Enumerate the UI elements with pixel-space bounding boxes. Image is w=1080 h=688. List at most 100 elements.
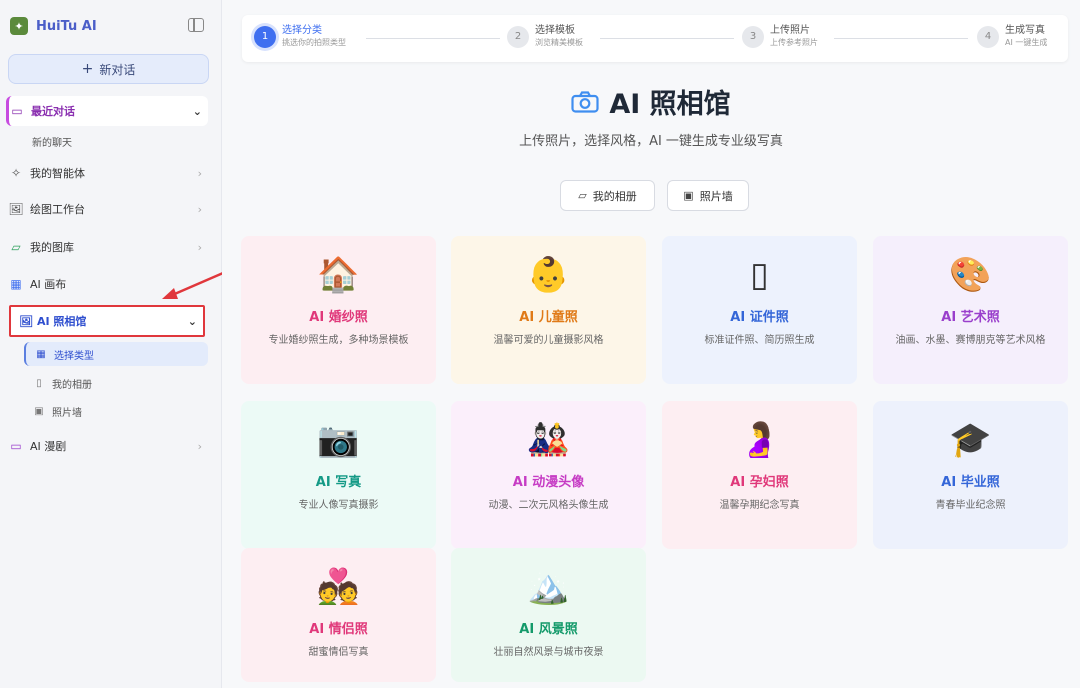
category-card[interactable]: 📷 AI 写真 专业人像写真摄影 — [241, 401, 436, 549]
main-content: 1 选择分类挑选你的拍照类型 2 选择模板 浏览精美模板 3 上传照片上传参考照片… — [222, 0, 1080, 688]
step-title: 上传照片 — [770, 25, 810, 36]
camera-icon — [571, 90, 599, 113]
category-desc: 动漫、二次元风格头像生成 — [488, 500, 609, 511]
category-title: AI 艺术照 — [941, 310, 1000, 325]
category-title: AI 孕妇照 — [730, 475, 789, 490]
sidebar-item-label: AI 漫剧 — [30, 440, 67, 453]
category-card[interactable]: 🏔️ AI 风景照壮丽自然风景与城市夜景 — [451, 548, 646, 682]
grid-icon: ▦ — [10, 277, 22, 291]
my-album-button[interactable]: ▱ 我的相册 — [560, 180, 655, 211]
category-title: AI 儿童照 — [519, 310, 578, 325]
step-2[interactable]: 2 选择模板 浏览精美模板 — [507, 25, 583, 48]
category-card[interactable]: 🎨 AI 艺术照油画、水墨、赛博朋克等艺术风格 — [873, 236, 1068, 384]
category-desc: 青春毕业纪念照 — [935, 500, 1006, 511]
category-card[interactable]: 👶 AI 儿童照温馨可爱的儿童摄影风格 — [451, 236, 646, 384]
category-card[interactable]: ▯ AI 证件照 标准证件照、简历照生成 — [662, 236, 857, 384]
category-icon: 🎨 — [949, 255, 992, 295]
sub-item-my-album[interactable]: ▯ 我的相册 — [24, 371, 208, 395]
category-desc: 甜蜜情侣写真 — [308, 647, 369, 658]
step-title: 生成写真 — [1005, 25, 1045, 36]
chevron-down-icon: ⌄ — [187, 314, 197, 328]
category-desc: 专业婚纱照生成，多种场景模板 — [268, 335, 409, 346]
step-number: 4 — [977, 25, 999, 48]
sidebar-item-label: 我的智能体 — [30, 167, 85, 180]
step-bar: 1 选择分类挑选你的拍照类型 2 选择模板 浏览精美模板 3 上传照片上传参考照片… — [242, 15, 1068, 62]
category-desc: 油画、水墨、赛博朋克等艺术风格 — [895, 335, 1046, 346]
step-connector — [366, 38, 500, 39]
step-desc: 挑选你的拍照类型 — [282, 38, 346, 47]
my-album-label: 我的相册 — [592, 189, 637, 203]
step-4[interactable]: 4 生成写真 AI 一键生成 — [977, 25, 1047, 48]
sidebar-item-recent[interactable]: ▭ 最近对话 ⌄ — [6, 96, 208, 126]
step-connector — [600, 38, 734, 39]
category-title: AI 婚纱照 — [309, 310, 368, 325]
category-card[interactable]: 🎎 AI 动漫头像 动漫、二次元风格头像生成 — [451, 401, 646, 549]
folder-icon: ▱ — [11, 240, 21, 254]
step-desc: AI 一键生成 — [1005, 38, 1048, 47]
page-title-text: AI 照相馆 — [609, 89, 731, 120]
category-icon: 🎎 — [527, 420, 570, 460]
grid-icon: ▦ — [36, 348, 46, 360]
sidebar-collapse-icon[interactable] — [188, 18, 204, 32]
chevron-down-icon: ⌄ — [192, 104, 202, 118]
category-desc: 温馨可爱的儿童摄影风格 — [493, 335, 604, 346]
sidebar-item-label: 最近对话 — [31, 105, 75, 118]
sub-item-select-type[interactable]: ▦ 选择类型 — [24, 342, 208, 366]
brand-name: HuiTu AI — [36, 18, 97, 34]
chevron-right-icon: › — [197, 202, 202, 216]
step-number: 1 — [254, 25, 276, 48]
sub-item-label: 选择类型 — [54, 350, 94, 362]
category-icon: 👶 — [527, 255, 570, 295]
category-icon: 🏠 — [317, 255, 360, 295]
sidebar-item-workspace[interactable]: 🖼 绘图工作台 › — [8, 194, 208, 224]
sidebar-item-label: 我的图库 — [30, 241, 74, 254]
category-card[interactable]: 🏠 AI 婚纱照专业婚纱照生成，多种场景模板 — [241, 236, 436, 384]
folder-icon: ▱ — [578, 189, 587, 202]
category-title: AI 毕业照 — [941, 475, 1000, 490]
recent-chat-item[interactable]: 新的聊天 — [32, 134, 72, 149]
step-3[interactable]: 3 上传照片上传参考照片 — [742, 25, 818, 48]
step-title: 选择分类 — [282, 25, 322, 36]
brand[interactable]: ✦ HuiTu AI — [10, 14, 97, 38]
sidebar-item-photo-studio[interactable]: 🖼 AI 照相馆 ⌄ — [9, 305, 205, 337]
step-number: 3 — [742, 25, 764, 48]
new-chat-label: 新对话 — [99, 62, 136, 77]
category-title: AI 情侣照 — [309, 622, 368, 637]
category-desc: 壮丽自然风景与城市夜景 — [493, 647, 604, 658]
chevron-right-icon: › — [197, 166, 202, 180]
chevron-right-icon: › — [197, 240, 202, 254]
sub-item-photo-wall[interactable]: ▣ 照片墙 — [24, 399, 208, 423]
category-desc: 温馨孕期纪念写真 — [719, 500, 800, 511]
image-icon: ▣ — [34, 405, 44, 417]
category-desc: 专业人像写真摄影 — [298, 500, 379, 511]
step-title: 选择模板 — [535, 25, 575, 36]
sidebar-item-agents[interactable]: ✧ 我的智能体 › — [8, 158, 208, 188]
sparkle-icon: ✧ — [10, 166, 22, 180]
step-desc: 上传参考照片 — [770, 38, 818, 47]
plus-icon: + — [81, 61, 94, 77]
category-icon: 🤰 — [738, 420, 781, 460]
sub-item-label: 照片墙 — [52, 407, 82, 419]
image-icon: ▣ — [683, 189, 694, 202]
new-chat-button[interactable]: + 新对话 — [8, 54, 209, 84]
category-title: AI 风景照 — [519, 622, 578, 637]
category-icon: ▯ — [750, 255, 769, 295]
page-title: AI 照相馆 — [222, 82, 1080, 121]
category-icon: 🏔️ — [527, 567, 570, 607]
sidebar-item-label: AI 画布 — [30, 278, 67, 291]
step-1[interactable]: 1 选择分类挑选你的拍照类型 — [254, 25, 346, 48]
category-icon: 🎓 — [949, 420, 992, 460]
sidebar-item-gallery[interactable]: ▱ 我的图库 › — [8, 232, 208, 262]
file-icon: ▯ — [36, 377, 42, 389]
category-card[interactable]: 💑 AI 情侣照甜蜜情侣写真 — [241, 548, 436, 682]
sidebar: ✦ HuiTu AI + 新对话 ▭ 最近对话 ⌄ 新的聊天 ✧ 我的智能体 ›… — [0, 0, 222, 688]
category-card[interactable]: 🤰 AI 孕妇照温馨孕期纪念写真 — [662, 401, 857, 549]
category-desc: 标准证件照、简历照生成 — [704, 335, 815, 346]
category-card[interactable]: 🎓 AI 毕业照青春毕业纪念照 — [873, 401, 1068, 549]
photo-wall-button[interactable]: ▣ 照片墙 — [667, 180, 749, 211]
photo-wall-label: 照片墙 — [699, 189, 733, 203]
category-icon: 💑 — [317, 567, 360, 607]
video-icon: ▭ — [10, 439, 22, 453]
sidebar-item-comic[interactable]: ▭ AI 漫剧 › — [8, 431, 208, 461]
image-icon: 🖼 — [19, 314, 33, 328]
